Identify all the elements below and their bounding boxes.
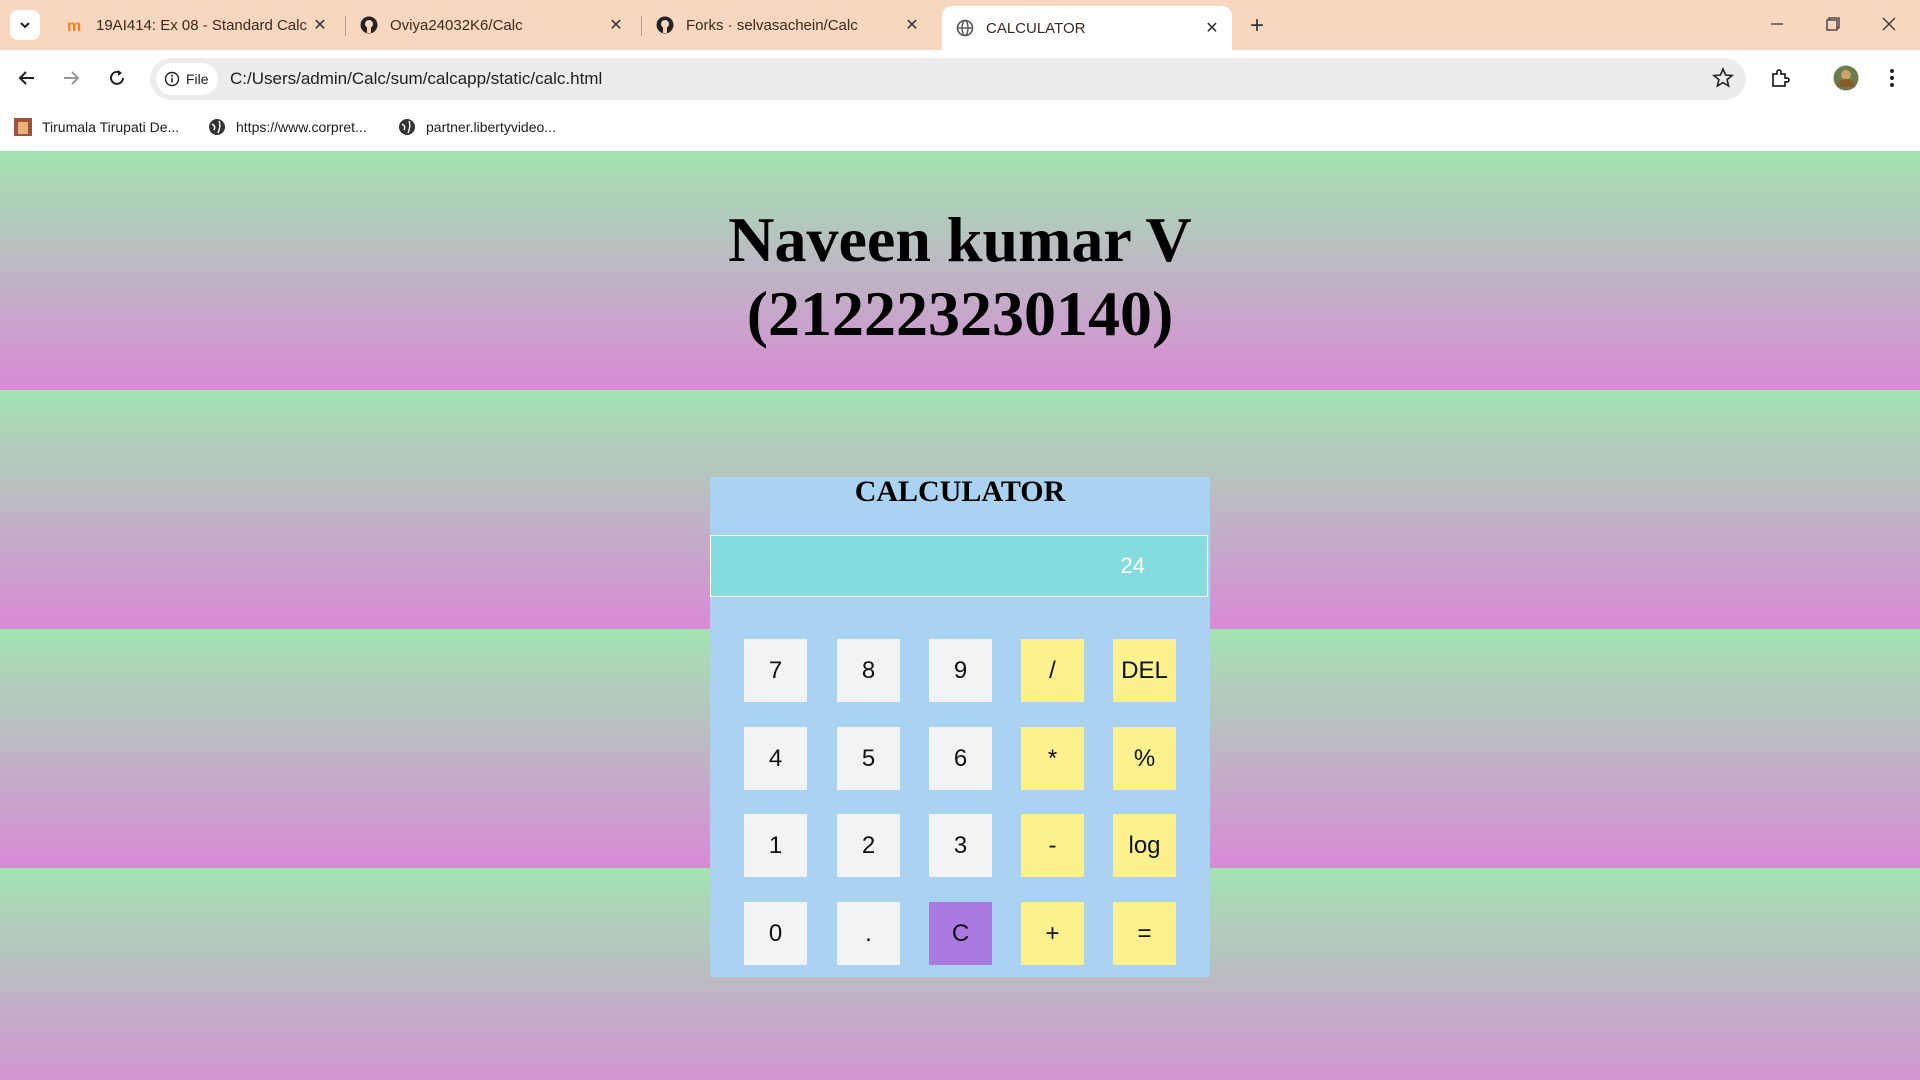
tab-title: 19AI414: Ex 08 - Standard Calcu <box>96 16 308 34</box>
tab-title: Forks · selvasachein/Calc <box>686 16 858 34</box>
key-button[interactable]: 1 <box>744 814 807 877</box>
key-button[interactable]: = <box>1113 902 1176 965</box>
bookmark-star-icon[interactable] <box>1712 66 1734 94</box>
extensions-icon[interactable] <box>1764 62 1796 94</box>
forward-button[interactable] <box>55 62 87 94</box>
github-icon <box>656 16 674 34</box>
calculator-panel: CALCULATOR 24 7 8 9 / DEL 4 5 6 *% 1 2 3- log 0. C + = <box>710 475 1210 977</box>
page-heading: Naveen kumar V (212223230140) <box>0 203 1920 351</box>
calculator-display: 24 <box>710 535 1208 597</box>
page-body: Naveen kumar V (212223230140) CALCULATOR… <box>0 151 1920 1080</box>
tab-strip: m 19AI414: Ex 08 - Standard Calcu ✕ Oviy… <box>0 0 1920 50</box>
display-value: 24 <box>1120 553 1145 578</box>
key-button[interactable]: * <box>1021 727 1084 790</box>
bookmark-item[interactable]: https://www.corpret... <box>208 118 367 136</box>
key-button[interactable]: 5 <box>837 727 900 790</box>
browser-toolbar: File C:/Users/admin/Calc/sum/calcapp/sta… <box>0 50 1920 108</box>
restore-icon[interactable] <box>1810 8 1856 40</box>
key-button[interactable]: 9 <box>929 639 992 702</box>
close-icon[interactable]: ✕ <box>900 13 924 37</box>
tab-title: CALCULATOR <box>986 19 1086 37</box>
address-bar[interactable]: File C:/Users/admin/Calc/sum/calcapp/sta… <box>150 58 1746 100</box>
github-icon <box>360 16 378 34</box>
tab-search-button[interactable] <box>10 10 40 40</box>
info-icon <box>164 71 180 87</box>
minimize-icon[interactable] <box>1754 8 1800 40</box>
close-icon[interactable]: ✕ <box>604 13 628 37</box>
bookmark-item[interactable]: Tirumala Tirupati De... <box>14 118 179 136</box>
arrow-left-icon <box>18 71 34 85</box>
bookmark-label: partner.libertyvideo... <box>426 119 556 135</box>
key-button[interactable]: - <box>1021 814 1084 877</box>
back-button[interactable] <box>11 62 43 94</box>
close-icon[interactable]: ✕ <box>308 13 332 37</box>
key-button[interactable]: % <box>1113 727 1176 790</box>
profile-avatar[interactable] <box>1830 62 1862 94</box>
student-name: Naveen kumar V <box>728 204 1192 275</box>
key-button[interactable]: 8 <box>837 639 900 702</box>
key-button[interactable]: 6 <box>929 727 992 790</box>
key-button[interactable]: 4 <box>744 727 807 790</box>
register-number: (212223230140) <box>746 278 1174 349</box>
tab-title: Oviya24032K6/Calc <box>390 16 523 34</box>
moodle-icon: m <box>66 16 84 34</box>
tab-calculator[interactable]: CALCULATOR ✕ <box>942 6 1232 50</box>
temple-icon <box>14 118 32 136</box>
menu-kebab-icon[interactable] <box>1876 62 1908 94</box>
chevron-down-icon <box>20 22 30 29</box>
key-button[interactable]: . <box>837 902 900 965</box>
new-tab-button[interactable]: + <box>1243 12 1271 40</box>
key-button[interactable]: / <box>1021 639 1084 702</box>
key-button[interactable]: C <box>929 902 992 965</box>
globe-icon <box>398 118 416 136</box>
bookmark-item[interactable]: partner.libertyvideo... <box>398 118 556 136</box>
bookmark-label: https://www.corpret... <box>236 119 367 135</box>
key-button[interactable]: DEL <box>1113 639 1176 702</box>
key-button[interactable]: 2 <box>837 814 900 877</box>
globe-icon <box>956 19 974 37</box>
window-close-icon[interactable] <box>1866 8 1912 40</box>
bookmarks-bar: Tirumala Tirupati De... https://www.corp… <box>0 108 1920 150</box>
calculator-title: CALCULATOR <box>854 475 1066 508</box>
key-button[interactable]: log <box>1113 814 1176 877</box>
reload-icon <box>110 70 124 85</box>
arrow-right-icon <box>64 71 80 85</box>
reload-button[interactable] <box>101 62 133 94</box>
key-button[interactable]: 0 <box>744 902 807 965</box>
site-info-chip[interactable]: File <box>156 63 218 95</box>
tab-github-forks[interactable]: Forks · selvasachein/Calc ✕ <box>642 6 932 44</box>
url-text[interactable]: C:/Users/admin/Calc/sum/calcapp/static/c… <box>230 69 602 89</box>
globe-icon <box>208 118 226 136</box>
scheme-label: File <box>186 71 209 87</box>
tab-github-oviya[interactable]: Oviya24032K6/Calc ✕ <box>346 6 636 44</box>
tab-moodle[interactable]: m 19AI414: Ex 08 - Standard Calcu ✕ <box>52 6 340 44</box>
key-button[interactable]: 7 <box>744 639 807 702</box>
bookmark-label: Tirumala Tirupati De... <box>42 119 180 135</box>
key-button[interactable]: 3 <box>929 814 992 877</box>
key-button[interactable]: + <box>1021 902 1084 965</box>
svg-text:m: m <box>67 18 81 34</box>
close-icon[interactable]: ✕ <box>1200 16 1224 40</box>
